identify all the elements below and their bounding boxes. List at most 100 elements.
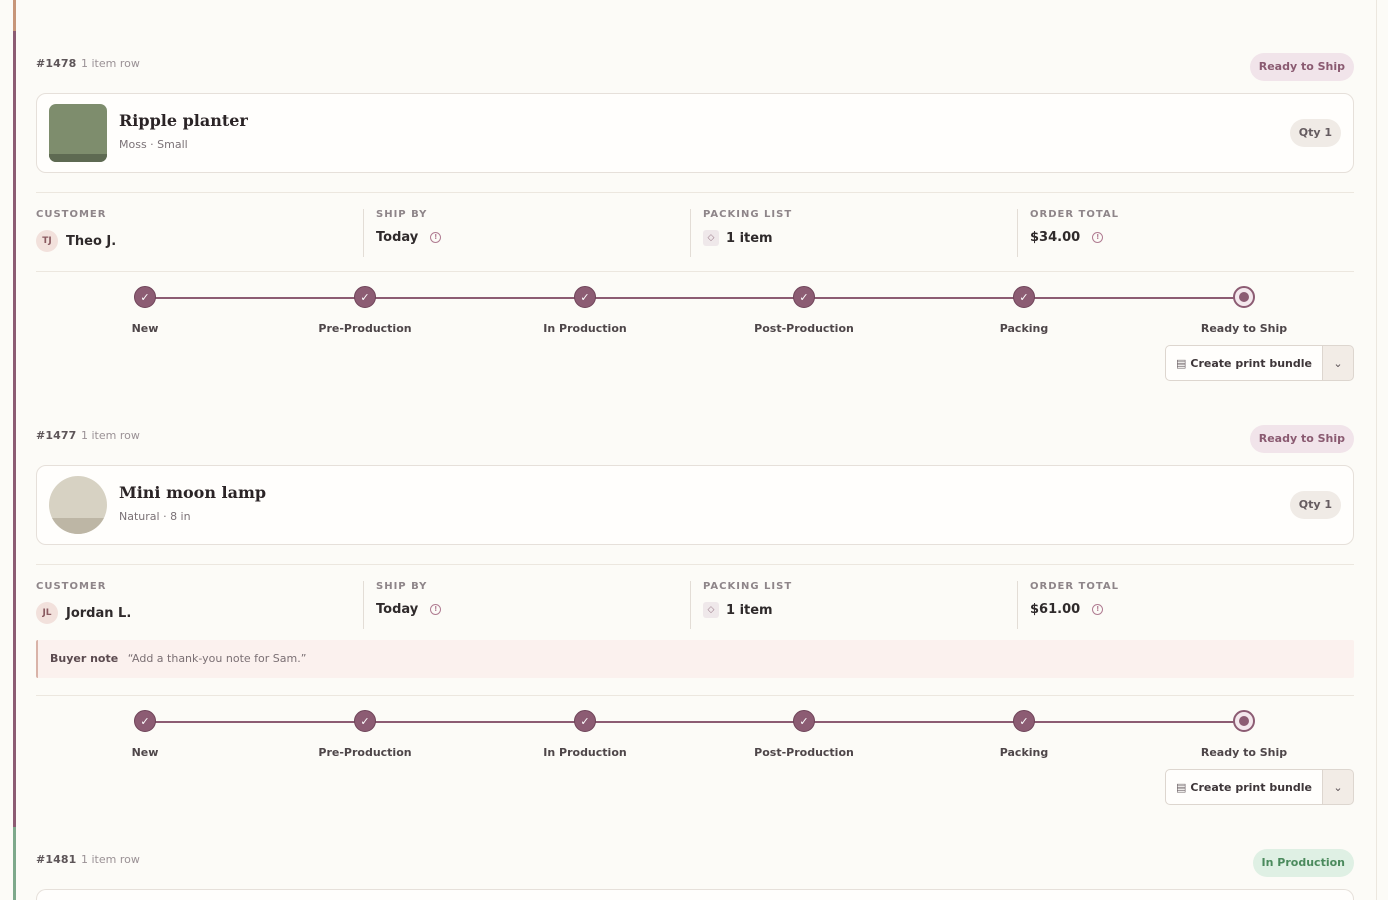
- customer-block: CUSTOMER TJ Theo J.: [36, 209, 363, 257]
- step-label: Pre-Production: [318, 322, 412, 335]
- check-icon: ✓: [1013, 286, 1035, 308]
- step-in-production[interactable]: ✓ In Production: [505, 286, 665, 335]
- step-label: New: [131, 746, 159, 759]
- order-meta: CUSTOMER JL Jordan L. SHIP BY Today ! PA…: [36, 564, 1354, 644]
- buyer-note-label: Buyer note: [50, 652, 119, 665]
- step-ready-to-ship[interactable]: Ready to Ship: [1164, 710, 1324, 759]
- product-name: Mini moon lamp: [119, 483, 267, 502]
- packing-list-label: PACKING LIST: [703, 581, 793, 592]
- current-step-icon: [1233, 710, 1255, 732]
- ship-by-block: SHIP BY Today !: [363, 581, 690, 629]
- current-step-icon: [1233, 286, 1255, 308]
- info-icon[interactable]: !: [430, 232, 442, 243]
- chevron-down-icon[interactable]: ⌄: [1323, 769, 1354, 805]
- step-pre-production[interactable]: ✓ Pre-Production: [285, 710, 445, 759]
- step-label: Pre-Production: [318, 746, 412, 759]
- status-tracker: ✓ New ✓ Pre-Production ✓ In Production ✓…: [36, 695, 1354, 765]
- order-id: #1477: [36, 429, 77, 442]
- quantity-badge: Qty 1: [1289, 119, 1341, 147]
- product-variant: Moss · Small: [119, 138, 188, 151]
- order-header: #1477 1 item row Ready to Ship: [36, 425, 1354, 453]
- item-row-count: 1 item row: [81, 57, 140, 70]
- ship-by-label: SHIP BY: [376, 581, 428, 592]
- line-item[interactable]: [36, 889, 1354, 900]
- info-icon[interactable]: !: [1092, 604, 1104, 615]
- packing-list-value[interactable]: 1 item: [726, 231, 773, 246]
- step-in-production[interactable]: ✓ In Production: [505, 710, 665, 759]
- customer-block: CUSTOMER JL Jordan L.: [36, 581, 363, 629]
- order-card: #1481 1 item row In Production: [13, 827, 1377, 900]
- ship-by-value: Today: [376, 230, 419, 245]
- step-post-production[interactable]: ✓ Post-Production: [724, 286, 884, 335]
- step-label: Ready to Ship: [1200, 322, 1288, 335]
- step-packing[interactable]: ✓ Packing: [944, 710, 1104, 759]
- create-print-bundle-button[interactable]: ▤ Create print bundle: [1165, 345, 1323, 381]
- step-label: In Production: [543, 746, 627, 759]
- step-label: Packing: [999, 322, 1049, 335]
- document-icon: ▤: [1176, 780, 1187, 794]
- print-bundle-split-button: ▤ Create print bundle ⌄: [1165, 345, 1354, 381]
- order-card: #1477 1 item row Ready to Ship Mini moon…: [13, 403, 1377, 828]
- check-icon: ✓: [1013, 710, 1035, 732]
- step-packing[interactable]: ✓ Packing: [944, 286, 1104, 335]
- info-icon[interactable]: !: [430, 604, 442, 615]
- previous-order-card: [13, 0, 1377, 32]
- packing-list-icon: ◇: [703, 602, 719, 618]
- order-total-label: ORDER TOTAL: [1030, 581, 1119, 592]
- check-icon: ✓: [354, 710, 376, 732]
- step-new[interactable]: ✓ New: [65, 286, 225, 335]
- chevron-down-icon[interactable]: ⌄: [1323, 345, 1354, 381]
- buyer-note-text: “Add a thank-you note for Sam.”: [127, 652, 307, 665]
- step-label: Ready to Ship: [1200, 746, 1288, 759]
- print-bundle-split-button: ▤ Create print bundle ⌄: [1165, 769, 1354, 805]
- customer-name[interactable]: Theo J.: [66, 234, 116, 249]
- step-label: In Production: [543, 322, 627, 335]
- step-label: Packing: [999, 746, 1049, 759]
- packing-list-value[interactable]: 1 item: [726, 603, 773, 618]
- ship-by-label: SHIP BY: [376, 209, 428, 220]
- packing-list-icon: ◇: [703, 230, 719, 246]
- create-print-bundle-button[interactable]: ▤ Create print bundle: [1165, 769, 1323, 805]
- step-pre-production[interactable]: ✓ Pre-Production: [285, 286, 445, 335]
- avatar: TJ: [36, 230, 58, 252]
- step-ready-to-ship[interactable]: Ready to Ship: [1164, 286, 1324, 335]
- buyer-note: Buyer note “Add a thank-you note for Sam…: [36, 640, 1354, 678]
- order-id: #1478: [36, 57, 77, 70]
- line-item[interactable]: Mini moon lamp Natural · 8 in Qty 1: [36, 465, 1354, 545]
- ship-by-value: Today: [376, 602, 419, 617]
- check-icon: ✓: [134, 286, 156, 308]
- order-header: #1481 1 item row In Production: [36, 849, 1354, 877]
- check-icon: ✓: [354, 286, 376, 308]
- line-item[interactable]: Ripple planter Moss · Small Qty 1: [36, 93, 1354, 173]
- create-print-bundle-label: Create print bundle: [1190, 780, 1312, 794]
- create-print-bundle-label: Create print bundle: [1190, 356, 1312, 370]
- step-post-production[interactable]: ✓ Post-Production: [724, 710, 884, 759]
- step-label: New: [131, 322, 159, 335]
- step-label: Post-Production: [754, 322, 854, 335]
- packing-list-label: PACKING LIST: [703, 209, 793, 220]
- order-total-block: ORDER TOTAL $34.00 !: [1017, 209, 1354, 257]
- avatar: JL: [36, 602, 58, 624]
- check-icon: ✓: [574, 286, 596, 308]
- status-tracker: ✓ New ✓ Pre-Production ✓ In Production ✓…: [36, 271, 1354, 341]
- check-icon: ✓: [793, 286, 815, 308]
- orders-page: #1478 1 item row Ready to Ship Ripple pl…: [0, 0, 1388, 900]
- step-new[interactable]: ✓ New: [65, 710, 225, 759]
- customer-name[interactable]: Jordan L.: [66, 606, 131, 621]
- order-total-value: $34.00: [1030, 230, 1081, 245]
- document-icon: ▤: [1176, 356, 1187, 370]
- info-icon[interactable]: !: [1092, 232, 1104, 243]
- packing-list-block: PACKING LIST ◇ 1 item: [690, 581, 1017, 629]
- item-row-count: 1 item row: [81, 853, 140, 866]
- customer-label: CUSTOMER: [36, 581, 107, 592]
- check-icon: ✓: [574, 710, 596, 732]
- order-header: #1478 1 item row Ready to Ship: [36, 53, 1354, 81]
- packing-list-block: PACKING LIST ◇ 1 item: [690, 209, 1017, 257]
- status-badge: Ready to Ship: [1249, 425, 1354, 453]
- customer-label: CUSTOMER: [36, 209, 107, 220]
- product-thumbnail: [49, 476, 107, 534]
- ship-by-block: SHIP BY Today !: [363, 209, 690, 257]
- status-badge: In Production: [1252, 849, 1354, 877]
- product-name: Ripple planter: [119, 111, 248, 130]
- check-icon: ✓: [134, 710, 156, 732]
